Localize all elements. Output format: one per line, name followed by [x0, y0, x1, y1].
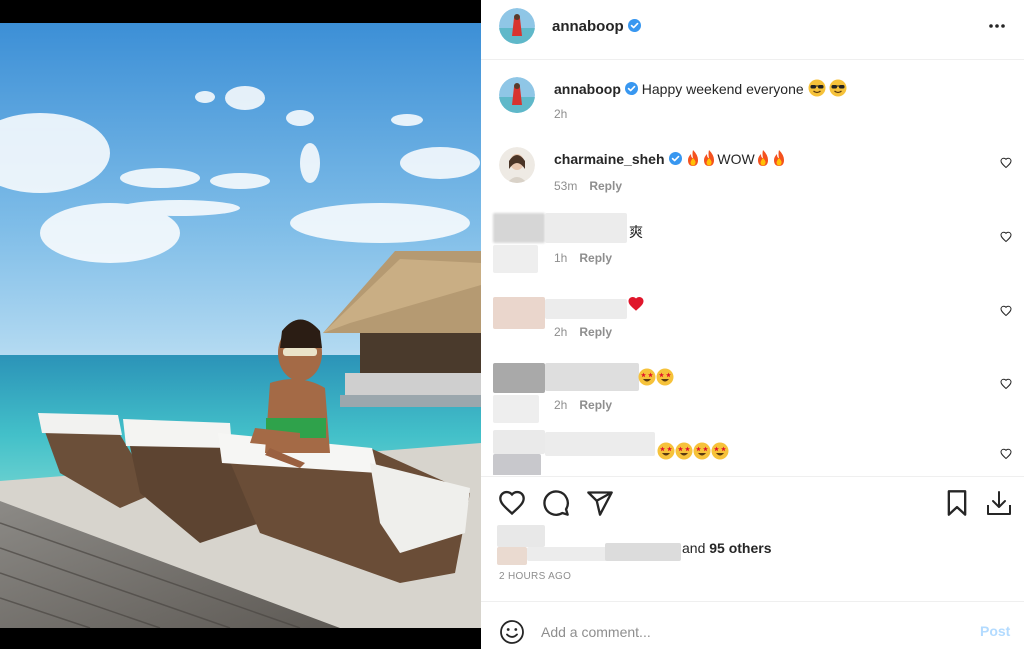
comment-time: 1h	[554, 251, 568, 265]
comment-body: WOW	[717, 151, 755, 167]
star-struck-emoji-icon	[711, 442, 729, 464]
reply-button[interactable]: Reply	[579, 251, 612, 265]
reply-button[interactable]: Reply	[589, 179, 622, 193]
blurred-avatar	[493, 213, 545, 243]
like-comment-heart-icon[interactable]	[1000, 448, 1012, 460]
red-heart-emoji-icon	[627, 295, 645, 317]
comment-text	[638, 368, 674, 390]
fire-emoji-icon	[755, 149, 771, 171]
blurred-liker-avatar	[497, 547, 527, 565]
verified-badge-icon	[668, 152, 682, 165]
caption-username[interactable]: annaboop	[554, 81, 621, 97]
post-photo[interactable]	[0, 23, 481, 628]
fire-emoji-icon	[771, 149, 787, 171]
comment-body: 爽	[629, 224, 643, 240]
comment-item: 2h Reply	[481, 360, 1024, 430]
post-photo-pane	[0, 0, 481, 649]
bookmark-icon[interactable]	[943, 489, 971, 517]
star-struck-emoji-icon	[638, 368, 656, 390]
comments-list[interactable]: annaboop Happy weekend everyone 2h charm…	[481, 61, 1024, 475]
blurred-liker-avatar	[497, 525, 545, 547]
likes-prefix: and	[682, 540, 706, 556]
post-timestamp: 2 HOURS AGO	[499, 571, 572, 582]
comment-meta: 1h Reply	[554, 251, 612, 265]
caption-time: 2h	[554, 107, 568, 121]
comment-time: 53m	[554, 179, 578, 193]
caption-body: Happy weekend everyone	[641, 81, 804, 97]
heart-icon[interactable]	[498, 489, 526, 517]
comment-icon[interactable]	[542, 489, 570, 517]
comment-time: 2h	[554, 325, 568, 339]
likes-summary[interactable]: and 95 others	[682, 540, 772, 556]
star-struck-emoji-icon	[657, 442, 675, 464]
comment-item: charmaine_sheh WOW 53m Reply	[481, 141, 1024, 203]
comment-item: 爽 1h Reply	[481, 211, 1024, 281]
blurred-avatar	[493, 297, 545, 329]
reply-button[interactable]: Reply	[579, 398, 612, 412]
photo-illustration	[0, 23, 481, 628]
star-struck-emoji-icon	[675, 442, 693, 464]
comment-text	[627, 295, 645, 317]
blurred-avatar	[493, 430, 545, 454]
add-comment-bar: Post	[481, 601, 1024, 649]
verified-badge-icon	[627, 19, 641, 32]
comment-text: charmaine_sheh WOW	[554, 149, 787, 171]
blurred-username	[545, 432, 655, 456]
comment-time: 2h	[554, 398, 568, 412]
caption-avatar[interactable]	[499, 77, 535, 113]
fire-emoji-icon	[685, 149, 701, 171]
blurred-username	[545, 213, 627, 243]
comment-meta: 2h Reply	[554, 398, 612, 412]
emoji-picker-icon[interactable]	[499, 619, 525, 645]
star-struck-emoji-icon	[693, 442, 711, 464]
like-comment-heart-icon[interactable]	[1000, 157, 1012, 169]
comment-meta: 53m Reply	[554, 179, 622, 193]
sunglasses-emoji-icon	[829, 79, 847, 101]
blurred-username	[545, 363, 639, 391]
comment-input[interactable]	[541, 622, 961, 642]
post-header: annaboop	[481, 0, 1024, 60]
blurred-avatar	[493, 454, 541, 475]
post-detail-panel: annaboop annaboop Happy weekend everyone…	[481, 0, 1024, 649]
blurred-liker-name	[527, 547, 607, 561]
like-comment-heart-icon[interactable]	[1000, 378, 1012, 390]
caption: annaboop Happy weekend everyone 2h	[481, 61, 1024, 131]
reply-button[interactable]: Reply	[579, 325, 612, 339]
author-avatar[interactable]	[499, 8, 535, 44]
comment-item	[481, 430, 1024, 475]
caption-text: annaboop Happy weekend everyone	[554, 79, 847, 101]
blurred-avatar	[493, 395, 539, 423]
author-username[interactable]: annaboop	[552, 18, 641, 35]
like-comment-heart-icon[interactable]	[1000, 305, 1012, 317]
comment-item: 2h Reply	[481, 287, 1024, 357]
blurred-liker-name	[605, 543, 681, 561]
like-comment-heart-icon[interactable]	[1000, 231, 1012, 243]
verified-badge-icon	[624, 82, 638, 95]
sunglasses-emoji-icon	[808, 79, 826, 101]
likes-count[interactable]: 95 others	[709, 540, 771, 556]
fire-emoji-icon	[701, 149, 717, 171]
blurred-avatar	[493, 245, 538, 273]
blurred-username	[545, 299, 627, 319]
star-struck-emoji-icon	[656, 368, 674, 390]
post-comment-button[interactable]: Post	[980, 623, 1010, 639]
comment-meta: 2h Reply	[554, 325, 612, 339]
share-icon[interactable]	[586, 489, 614, 517]
more-horizontal-icon[interactable]	[987, 16, 1007, 36]
commenter-avatar[interactable]	[499, 147, 535, 183]
blurred-avatar	[493, 363, 545, 393]
comment-text	[657, 442, 729, 464]
commenter-username[interactable]: charmaine_sheh	[554, 151, 665, 167]
download-icon[interactable]	[985, 489, 1013, 517]
